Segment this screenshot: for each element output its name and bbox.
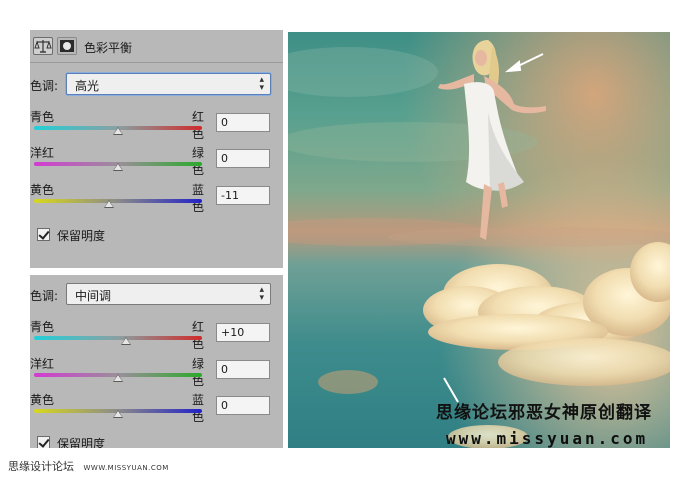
slider-cyan-red: 青色 红色 0 <box>30 108 283 142</box>
preserve-luminosity-row[interactable]: 保留明度 <box>37 227 237 243</box>
preserve-luminosity-label: 保留明度 <box>57 229 106 243</box>
slider-thumb[interactable] <box>121 337 132 345</box>
preserve-luminosity-label: 保留明度 <box>57 437 106 448</box>
slider-thumb[interactable] <box>113 127 123 135</box>
slider-magenta-green: 洋红 绿色 0 <box>30 355 283 389</box>
slider-label-left: 青色 <box>30 110 55 124</box>
slider-label-right: 绿色 <box>191 357 204 388</box>
slider-thumb[interactable] <box>113 374 123 382</box>
tone-label: 色调: <box>30 289 59 303</box>
panel-header: 色彩平衡 <box>30 30 283 63</box>
slider-thumb[interactable] <box>113 410 123 418</box>
slider-value-input[interactable]: -11 <box>216 186 270 205</box>
sky-scene-image <box>288 32 670 448</box>
slider-value-input[interactable]: 0 <box>216 360 270 379</box>
slider-label-left: 洋红 <box>30 357 55 371</box>
slider-thumb[interactable] <box>103 200 114 208</box>
watermark-chinese: 思缘论坛邪恶女神原创翻译 <box>436 403 652 423</box>
slider-yellow-blue: 黄色 蓝色 0 <box>30 391 283 425</box>
slider-value-input[interactable]: 0 <box>216 149 270 168</box>
up-down-arrows-icon: ▴ ▾ <box>259 75 264 93</box>
slider-yellow-blue: 黄色 蓝色 -11 <box>30 181 283 215</box>
slider-value-input[interactable]: +10 <box>216 323 270 342</box>
photo-preview: 思缘论坛邪恶女神原创翻译 www.missyuan.com <box>288 32 670 448</box>
slider-value-input[interactable]: 0 <box>216 396 270 415</box>
slider-label-right: 蓝色 <box>191 393 204 424</box>
slider-value-input[interactable]: 0 <box>216 113 270 132</box>
tone-label: 色调: <box>30 79 59 93</box>
slider-label-left: 黄色 <box>30 183 55 197</box>
tone-select[interactable]: 中间调 ▴ ▾ <box>66 283 271 305</box>
slider-magenta-green: 洋红 绿色 0 <box>30 144 283 178</box>
slider-label-right: 红色 <box>191 320 204 351</box>
preserve-luminosity-row[interactable]: 保留明度 <box>37 435 237 448</box>
slider-cyan-red: 青色 红色 +10 <box>30 318 283 352</box>
slider-track[interactable] <box>34 336 202 340</box>
footer-site-name: 思缘设计论坛 <box>8 460 74 473</box>
color-balance-panel-midtones: 色调: 中间调 ▴ ▾ 青色 红色 +10 洋红 绿色 0 黄色 蓝色 0 保留明… <box>30 275 283 448</box>
tone-select[interactable]: 高光 ▴ ▾ <box>66 73 271 95</box>
footer-url[interactable]: WWW.MISSYUAN.COM <box>84 464 169 472</box>
tone-select-value: 高光 <box>75 79 100 93</box>
preserve-luminosity-checkbox[interactable] <box>37 228 50 241</box>
slider-label-left: 洋红 <box>30 146 55 160</box>
tone-select-value: 中间调 <box>75 289 112 303</box>
tone-row: 色调: 中间调 ▴ ▾ <box>30 283 283 305</box>
slider-label-left: 青色 <box>30 320 55 334</box>
slider-label-left: 黄色 <box>30 393 55 407</box>
slider-track[interactable] <box>34 199 202 203</box>
slider-label-right: 蓝色 <box>191 183 204 214</box>
preserve-luminosity-checkbox[interactable] <box>37 436 50 448</box>
watermark-url: www.missyuan.com <box>446 429 649 448</box>
slider-label-right: 绿色 <box>191 146 204 177</box>
scales-icon[interactable] <box>33 37 53 55</box>
slider-label-right: 红色 <box>191 110 204 141</box>
site-footer: 思缘设计论坛 WWW.MISSYUAN.COM <box>8 458 169 474</box>
slider-thumb[interactable] <box>113 163 123 171</box>
panel-title: 色彩平衡 <box>84 41 133 55</box>
layer-mask-icon[interactable] <box>57 37 77 55</box>
tone-row: 色调: 高光 ▴ ▾ <box>30 73 283 95</box>
color-balance-panel-highlights: 色彩平衡 色调: 高光 ▴ ▾ 青色 红色 0 洋红 绿色 0 黄色 蓝色 -11… <box>30 30 283 268</box>
up-down-arrows-icon: ▴ ▾ <box>259 285 264 303</box>
